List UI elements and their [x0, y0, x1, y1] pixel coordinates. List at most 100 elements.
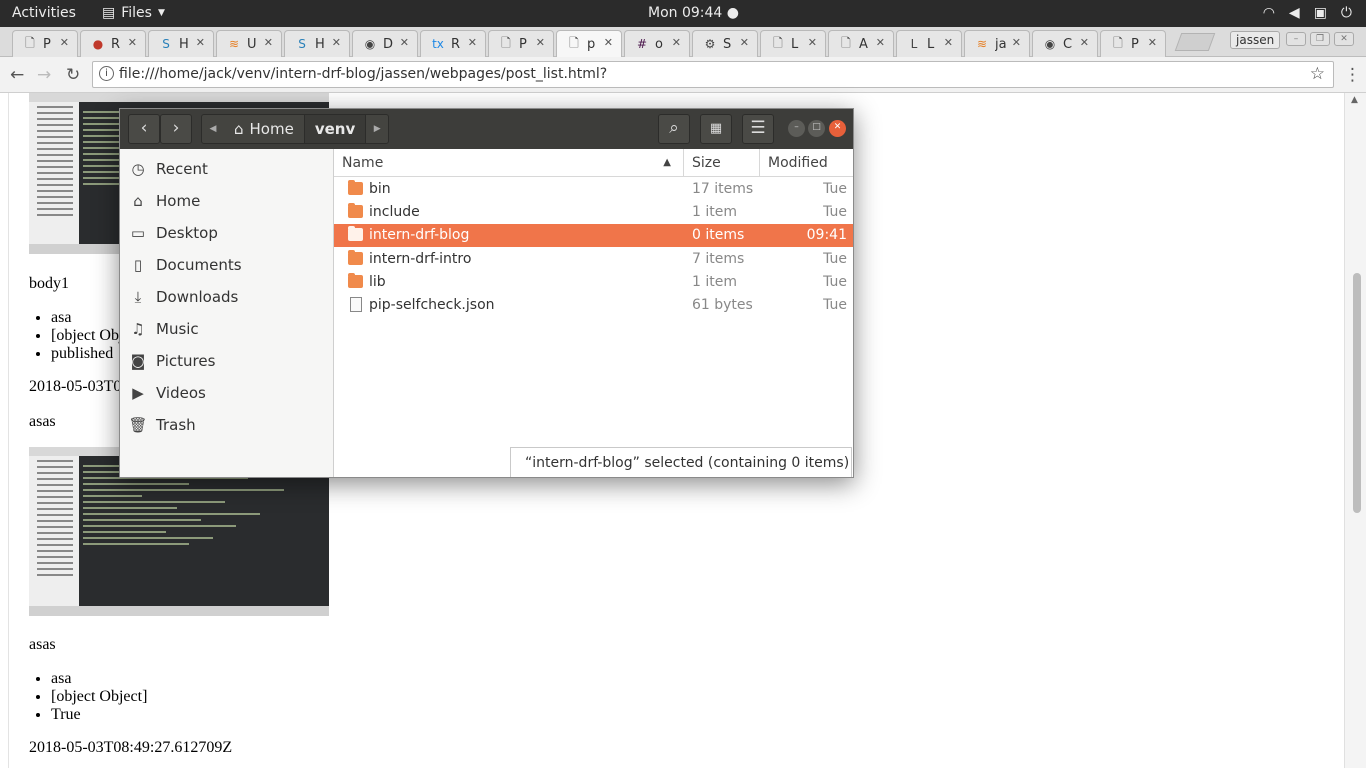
- post-date: 2018-05-03T0: [29, 378, 122, 395]
- browser-tab[interactable]: tx R ✕: [420, 30, 486, 57]
- column-header-name[interactable]: Name ▲: [334, 149, 684, 177]
- file-name: pip-selfcheck.json: [369, 297, 495, 313]
- system-tray[interactable]: ◠ ◀ ▣ ⏻: [1263, 5, 1352, 21]
- tab-close-icon[interactable]: ✕: [1148, 36, 1157, 49]
- file-row[interactable]: include 1 item Tue: [334, 201, 853, 224]
- browser-tab[interactable]: 🗋 P ✕: [488, 30, 554, 57]
- browser-tab[interactable]: 🗋 P ✕: [1100, 30, 1166, 57]
- tab-title: ja: [995, 36, 1007, 52]
- view-toggle-button[interactable]: ▦: [700, 114, 732, 144]
- tab-close-icon[interactable]: ✕: [60, 36, 69, 49]
- post-date: 2018-05-03T08:49:27.612709Z: [29, 739, 233, 756]
- path-scroll-left-icon[interactable]: ◀: [202, 115, 224, 143]
- browser-tab[interactable]: 🗋 P ✕: [12, 30, 78, 57]
- back-button[interactable]: ←: [10, 65, 24, 85]
- tab-title: H: [179, 36, 189, 52]
- bookmark-star-icon[interactable]: ☆: [1310, 64, 1325, 84]
- browser-tab[interactable]: S H ✕: [284, 30, 350, 57]
- scrollbar-thumb[interactable]: [1353, 273, 1361, 513]
- power-icon: ⏻: [1340, 5, 1352, 21]
- back-nav-button[interactable]: ‹: [128, 114, 160, 144]
- tab-close-icon[interactable]: ✕: [604, 36, 613, 49]
- app-menu[interactable]: ▤ Files ▼: [102, 5, 165, 21]
- browser-tab[interactable]: 🗋 L ✕: [760, 30, 826, 57]
- tab-close-icon[interactable]: ✕: [264, 36, 273, 49]
- tab-close-icon[interactable]: ✕: [808, 36, 817, 49]
- new-tab-button[interactable]: [1174, 33, 1216, 51]
- github-icon: ◉: [364, 37, 376, 51]
- tab-close-icon[interactable]: ✕: [196, 36, 205, 49]
- browser-tab[interactable]: 🗋 p ✕: [556, 30, 622, 57]
- sidebar-item-music[interactable]: ♫ Music: [120, 313, 334, 345]
- tab-close-icon[interactable]: ✕: [672, 36, 681, 49]
- browser-tab[interactable]: 🗋 A ✕: [828, 30, 894, 57]
- info-icon[interactable]: i: [99, 66, 114, 81]
- sidebar-item-downloads[interactable]: ⤓ Downloads: [120, 281, 334, 313]
- browser-tab[interactable]: ≋ U ✕: [216, 30, 282, 57]
- forward-button[interactable]: →: [37, 65, 51, 85]
- tab-close-icon[interactable]: ✕: [332, 36, 341, 49]
- search-icon: ⌕: [669, 118, 679, 138]
- tab-close-icon[interactable]: ✕: [536, 36, 545, 49]
- browser-tab[interactable]: ≋ ja ✕: [964, 30, 1030, 57]
- clock[interactable]: Mon 09:44 ●: [648, 5, 739, 21]
- sidebar-item-documents[interactable]: ▯ Documents: [120, 249, 334, 281]
- list-item: True: [51, 706, 147, 724]
- file-row[interactable]: pip-selfcheck.json 61 bytes Tue: [334, 294, 853, 317]
- sidebar-item-trash[interactable]: 🗑 Trash: [120, 409, 334, 441]
- browser-tab[interactable]: S H ✕: [148, 30, 214, 57]
- search-button[interactable]: ⌕: [658, 114, 690, 144]
- activities-button[interactable]: Activities: [12, 5, 76, 21]
- minimize-icon[interactable]: –: [1286, 32, 1306, 46]
- chevron-down-icon: ▼: [157, 8, 165, 18]
- close-icon[interactable]: ✕: [1334, 32, 1354, 46]
- file-row[interactable]: intern-drf-blog 0 items 09:41: [334, 224, 853, 248]
- browser-tab[interactable]: ● R ✕: [80, 30, 146, 57]
- scroll-up-icon[interactable]: ▲: [1351, 95, 1358, 105]
- column-header-modified[interactable]: Modified: [760, 149, 853, 177]
- tab-close-icon[interactable]: ✕: [128, 36, 137, 49]
- tab-title: L: [791, 36, 799, 52]
- tab-close-icon[interactable]: ✕: [1012, 36, 1021, 49]
- sidebar-item-recent[interactable]: ◷ Recent: [120, 153, 334, 185]
- file-row[interactable]: bin 17 items Tue: [334, 178, 853, 201]
- forward-nav-button[interactable]: ›: [160, 114, 192, 144]
- top-panel: Activities ▤ Files ▼ Mon 09:44 ● ◠ ◀ ▣ ⏻: [0, 0, 1366, 27]
- doc-icon: 🗋: [841, 35, 851, 50]
- maximize-button[interactable]: □: [808, 120, 825, 137]
- tab-close-icon[interactable]: ✕: [400, 36, 409, 49]
- sidebar-item-pictures[interactable]: ◙ Pictures: [120, 345, 334, 377]
- column-header-size[interactable]: Size: [684, 149, 760, 177]
- browser-tab[interactable]: ◉ D ✕: [352, 30, 418, 57]
- page-scrollbar[interactable]: ▲: [1344, 93, 1366, 768]
- sidebar-item-home[interactable]: ⌂ Home: [120, 185, 334, 217]
- tab-close-icon[interactable]: ✕: [876, 36, 885, 49]
- browser-tab[interactable]: ⚙ S ✕: [692, 30, 758, 57]
- browser-menu-icon[interactable]: ⋮: [1344, 65, 1361, 85]
- tab-title: U: [247, 36, 257, 52]
- reload-button[interactable]: ↻: [66, 65, 80, 85]
- maximize-icon[interactable]: ❐: [1310, 32, 1330, 46]
- file-row[interactable]: intern-drf-intro 7 items Tue: [334, 248, 853, 271]
- sidebar-item-desktop[interactable]: ▭ Desktop: [120, 217, 334, 249]
- file-row[interactable]: lib 1 item Tue: [334, 271, 853, 294]
- tab-close-icon[interactable]: ✕: [1080, 36, 1089, 49]
- profile-button[interactable]: jassen: [1230, 31, 1281, 49]
- sidebar-item-videos[interactable]: ▶ Videos: [120, 377, 334, 409]
- path-crumb-home[interactable]: ⌂ Home: [224, 115, 304, 143]
- sidebar-item-label: Pictures: [156, 352, 216, 370]
- tab-close-icon[interactable]: ✕: [944, 36, 953, 49]
- tab-close-icon[interactable]: ✕: [468, 36, 477, 49]
- close-button[interactable]: ✕: [829, 120, 846, 137]
- files-app-icon: ▤: [102, 5, 116, 21]
- path-crumb-venv[interactable]: venv: [303, 115, 367, 143]
- address-bar[interactable]: i file:///home/jack/venv/intern-drf-blog…: [92, 61, 1334, 88]
- browser-tab[interactable]: L L ✕: [896, 30, 962, 57]
- sidebar-item-label: Recent: [156, 160, 208, 178]
- minimize-button[interactable]: –: [788, 120, 805, 137]
- browser-tab[interactable]: ◉ C ✕: [1032, 30, 1098, 57]
- path-scroll-right-icon[interactable]: ▶: [366, 115, 388, 143]
- menu-button[interactable]: ☰: [742, 114, 774, 144]
- browser-tab[interactable]: # o ✕: [624, 30, 690, 57]
- tab-close-icon[interactable]: ✕: [740, 36, 749, 49]
